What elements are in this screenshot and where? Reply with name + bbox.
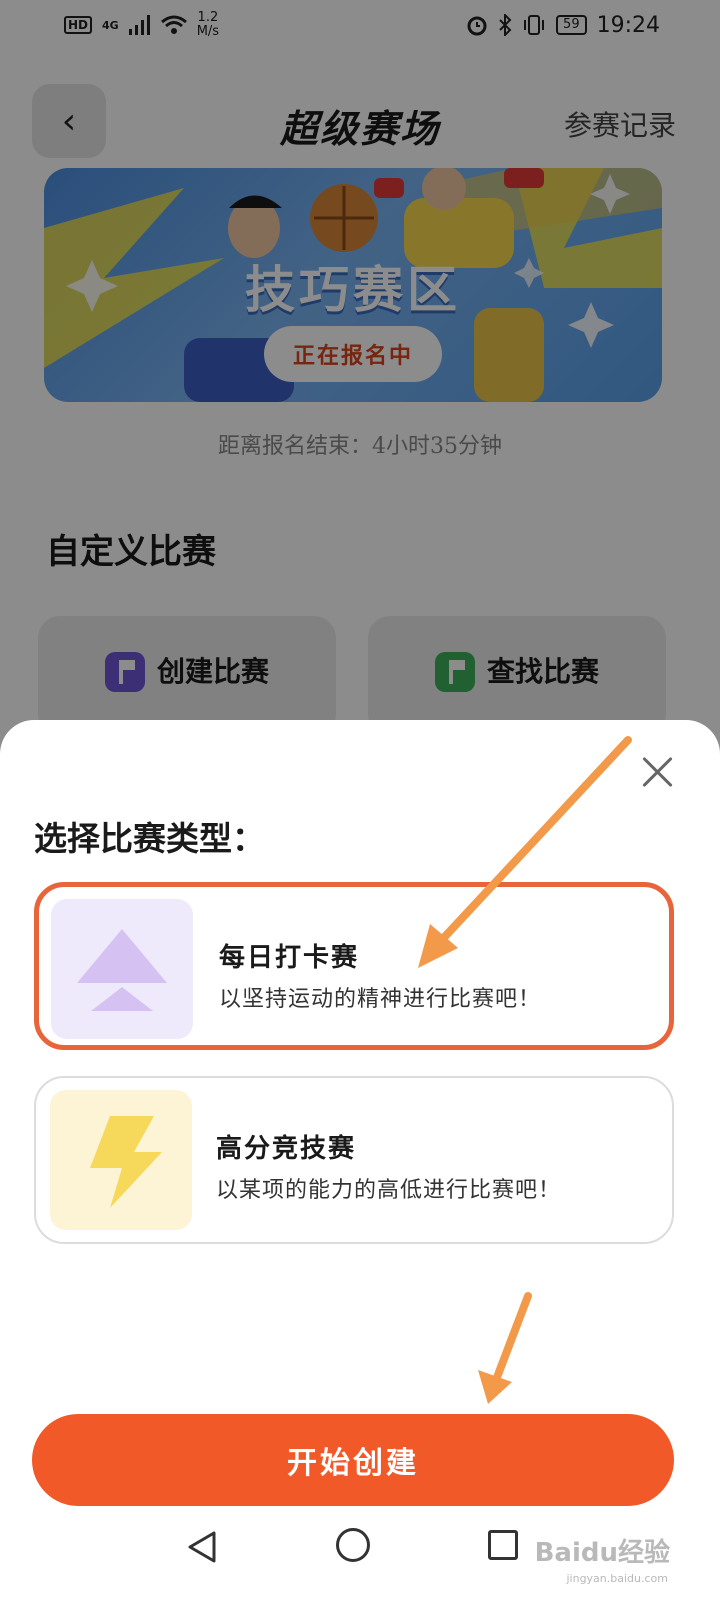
watermark-logo: Baidu经验 bbox=[534, 1538, 670, 1568]
lightning-icon bbox=[50, 1090, 192, 1230]
option-description: 以坚持运动的精神进行比赛吧！ bbox=[219, 987, 542, 1012]
option-daily-checkin[interactable]: 每日打卡赛 以坚持运动的精神进行比赛吧！ bbox=[34, 882, 674, 1050]
match-type-sheet: 选择比赛类型： 每日打卡赛 以坚持运动的精神进行比赛吧！ 高分竞技赛 以某项的能… bbox=[0, 720, 720, 1600]
watermark-url: jingyan.baidu.com bbox=[566, 1572, 668, 1585]
nav-recent-apps-icon[interactable] bbox=[488, 1530, 518, 1560]
sheet-title: 选择比赛类型： bbox=[34, 819, 265, 858]
nav-back-icon[interactable] bbox=[186, 1530, 218, 1564]
double-chevron-up-icon bbox=[51, 899, 193, 1039]
close-icon[interactable] bbox=[638, 752, 678, 792]
nav-home-icon[interactable] bbox=[336, 1528, 370, 1562]
option-high-score[interactable]: 高分竞技赛 以某项的能力的高低进行比赛吧！ bbox=[34, 1076, 674, 1244]
start-create-button[interactable]: 开始创建 bbox=[32, 1414, 674, 1506]
option-description: 以某项的能力的高低进行比赛吧！ bbox=[216, 1178, 562, 1203]
option-name: 高分竞技赛 bbox=[216, 1134, 357, 1164]
option-name: 每日打卡赛 bbox=[219, 943, 360, 973]
